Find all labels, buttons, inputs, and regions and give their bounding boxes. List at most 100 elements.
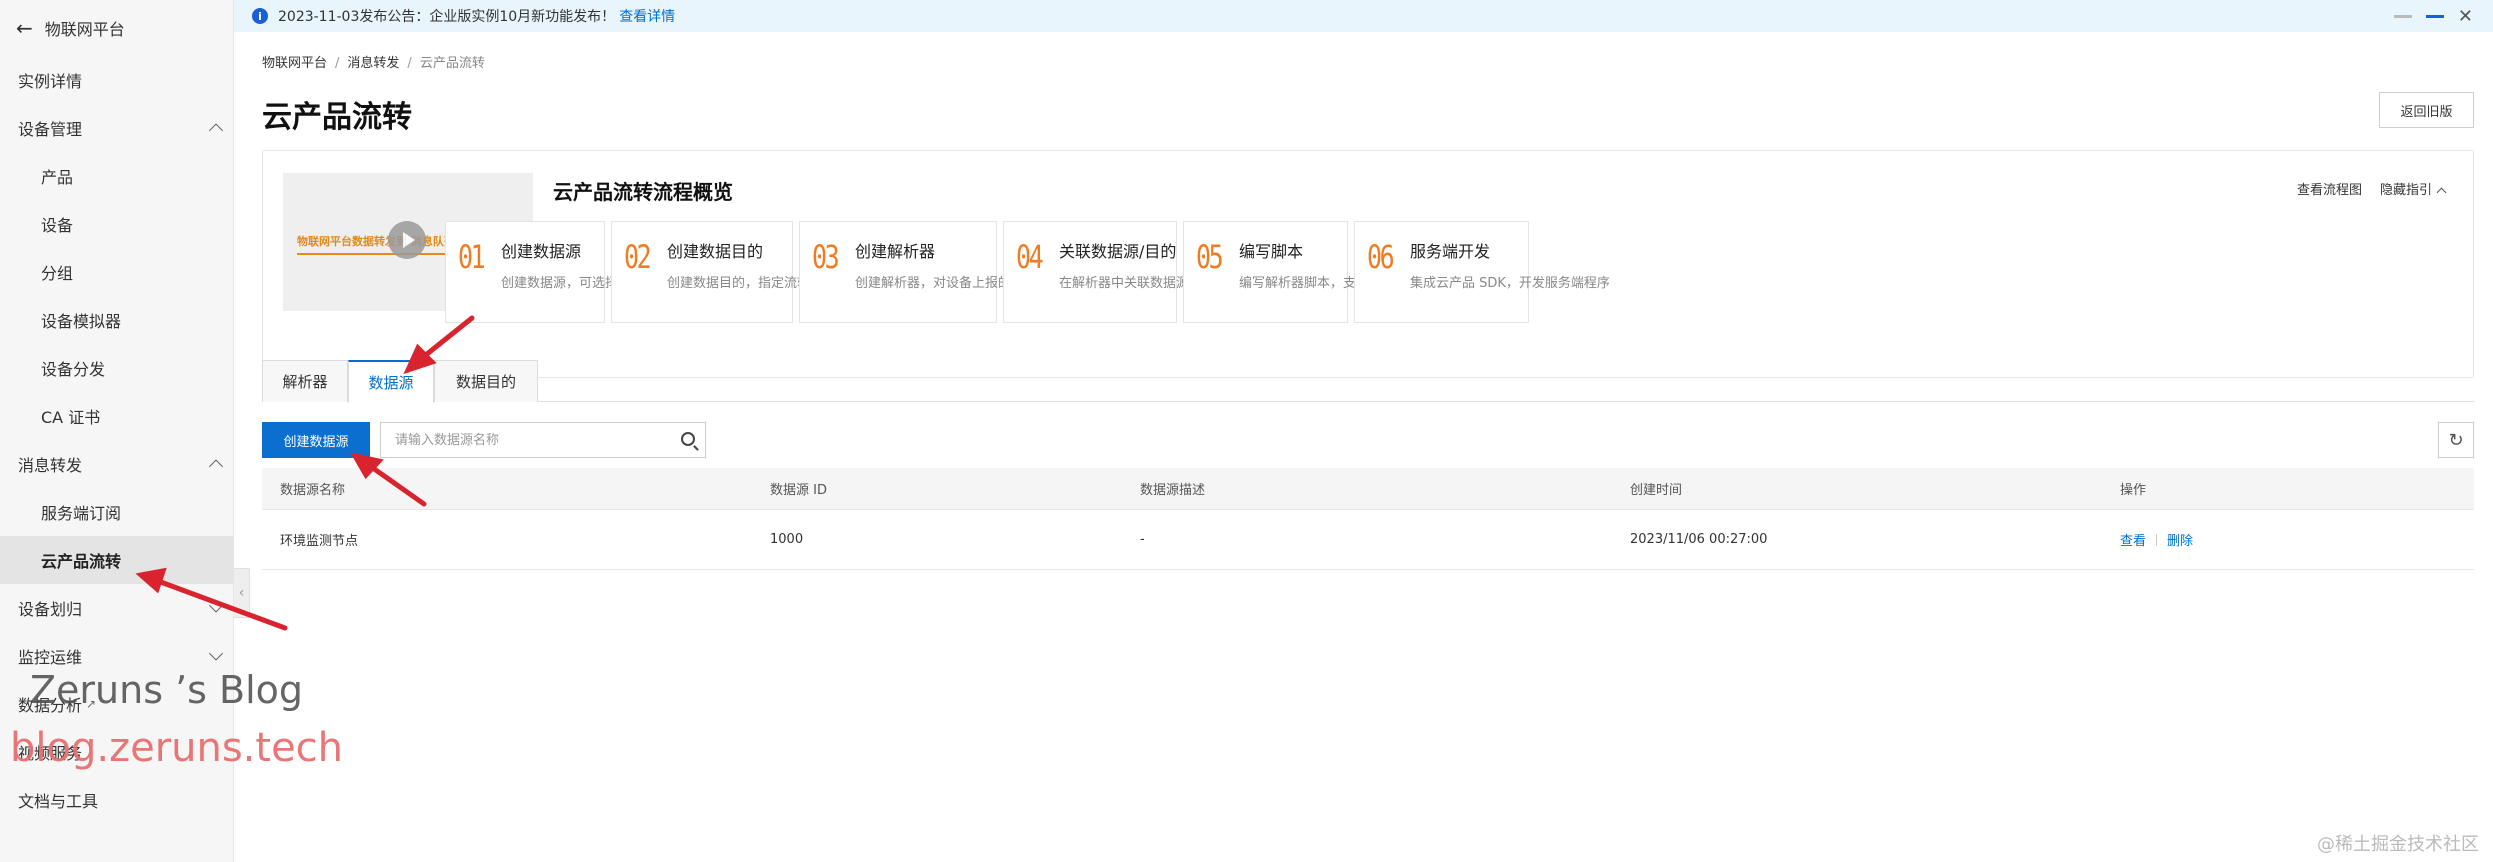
notice-prev-indicator[interactable] (2393, 14, 2412, 18)
search-box (380, 422, 706, 458)
step-number: 06 (1367, 238, 1395, 276)
create-datasource-button[interactable]: 创建数据源 (262, 422, 370, 458)
sidebar-item-label: 监控运维 (18, 648, 83, 667)
step-number: 05 (1196, 238, 1224, 276)
cell-description: - (1140, 532, 1145, 547)
step-description: 集成云产品 SDK，开发服务端程序 (1410, 276, 1610, 291)
action-divider (2156, 533, 2158, 546)
notice-current-indicator[interactable] (2425, 14, 2444, 18)
search-icon[interactable] (681, 432, 695, 446)
blog-watermark-title: Zeruns ’s Blog (30, 668, 304, 712)
close-icon[interactable]: ✕ (2458, 6, 2473, 27)
sidebar-item-label: 设备模拟器 (41, 312, 122, 331)
sidebar-item-label: 设备分发 (41, 360, 106, 379)
step-title: 编写脚本 (1239, 242, 1304, 261)
column-header-name: 数据源名称 (280, 483, 346, 498)
sidebar-item-6[interactable]: 设备分发 (0, 344, 233, 392)
overview-links: 查看流程图 隐藏指引 (2297, 179, 2447, 198)
flow-step-2: 02 创建数据目的 创建数据目的，指定流转到的云产品 (611, 221, 875, 323)
sidebar-item-5[interactable]: 设备模拟器 (0, 296, 233, 344)
back-to-old-version-button[interactable]: 返回旧版 (2379, 92, 2474, 128)
sidebar-item-3[interactable]: 设备 (0, 200, 233, 248)
step-number: 02 (624, 238, 652, 276)
cell-name: 环境监测节点 (280, 534, 359, 549)
breadcrumb-separator: / (407, 56, 412, 71)
flow-step-3: 03 创建解析器 创建解析器，对设备上报的数据进行解析 (799, 221, 1089, 323)
table-row: 环境监测节点 1000 - 2023/11/06 00:27:00 查看 删除 (262, 510, 2474, 570)
step-number: 03 (812, 238, 840, 276)
sidebar-item-4[interactable]: 分组 (0, 248, 233, 296)
cell-created: 2023/11/06 00:27:00 (1630, 532, 1768, 547)
search-input[interactable] (381, 423, 661, 457)
step-number: 04 (1016, 238, 1044, 276)
chevron-up-icon (2436, 187, 2447, 198)
step-title: 创建数据源 (501, 242, 582, 261)
flow-step-6: 06 服务端开发集成云产品 SDK，开发服务端程序 (1354, 221, 1610, 323)
sidebar-item-label: 分组 (41, 264, 74, 283)
breadcrumb-item-current: 云产品流转 (419, 56, 485, 71)
hide-guide-link[interactable]: 隐藏指引 (2380, 179, 2447, 198)
flow-step-4: 04 关联数据源/目的 在解析器中关联数据源和数据目的 (1003, 221, 1254, 323)
notice-bar: i 2023-11-03发布公告：企业版实例10月新功能发布！ 查看详情 ✕ (234, 0, 2493, 32)
corner-watermark: @稀土掘金技术社区 (2317, 834, 2479, 855)
column-header-actions: 操作 (2120, 483, 2147, 498)
sidebar-item-15[interactable]: 文档与工具 (0, 776, 233, 824)
step-title: 服务端开发 (1410, 242, 1491, 261)
tab-datasource[interactable]: 数据源 (348, 360, 434, 403)
chevron-down-icon[interactable] (208, 598, 224, 613)
sidebar-header[interactable]: ← 物联网平台 (0, 0, 233, 56)
step-number: 01 (458, 238, 486, 276)
sidebar-item-9[interactable]: 服务端订阅 (0, 488, 233, 536)
overview-card: 物联网平台数据转发到 消息队列RocketMQ 云产品流转流程概览 查看流程图 … (262, 150, 2474, 378)
chevron-up-icon[interactable] (208, 123, 224, 138)
step-title: 关联数据源/目的 (1059, 242, 1177, 261)
column-header-description: 数据源描述 (1140, 483, 1206, 498)
step-title: 创建解析器 (855, 242, 936, 261)
tab-bar: 解析器 数据源 数据目的 (262, 360, 2474, 403)
breadcrumb-item-iot[interactable]: 物联网平台 (262, 56, 327, 71)
sidebar-item-label: 消息转发 (18, 456, 83, 475)
sidebar-item-label: 产品 (41, 168, 74, 187)
sidebar-item-label: CA 证书 (41, 408, 101, 427)
breadcrumb-item-forward[interactable]: 消息转发 (347, 56, 399, 71)
notice-controls: ✕ (2393, 0, 2473, 32)
sidebar-item-label: 设备划归 (18, 600, 83, 619)
sidebar-item-10[interactable]: 云产品流转 (0, 536, 233, 584)
flow-step-5: 05 编写脚本 编写解析器脚本，支持内置函数 (1183, 221, 1421, 323)
sidebar-item-8[interactable]: 消息转发 (0, 440, 233, 488)
datasource-table: 数据源名称 数据源 ID 数据源描述 创建时间 操作 环境监测节点 1000 -… (262, 468, 2474, 570)
sidebar-item-0[interactable]: 实例详情 (0, 56, 233, 104)
breadcrumb: 物联网平台 / 消息转发 / 云产品流转 (262, 52, 485, 71)
sidebar-item-7[interactable]: CA 证书 (0, 392, 233, 440)
table-header: 数据源名称 数据源 ID 数据源描述 创建时间 操作 (262, 468, 2474, 510)
step-title: 创建数据目的 (667, 242, 764, 261)
sidebar-item-label: 设备管理 (18, 120, 83, 139)
breadcrumb-separator: / (335, 56, 340, 71)
view-action-link[interactable]: 查看 (2120, 530, 2146, 549)
sidebar-item-1[interactable]: 设备管理 (0, 104, 233, 152)
tab-parser[interactable]: 解析器 (262, 360, 348, 402)
page-title: 云产品流转 (262, 100, 412, 135)
sidebar-item-2[interactable]: 产品 (0, 152, 233, 200)
sidebar-item-label: 云产品流转 (41, 552, 122, 571)
tab-destination[interactable]: 数据目的 (434, 360, 538, 402)
sidebar-header-title: 物联网平台 (44, 20, 125, 39)
sidebar-item-label: 文档与工具 (18, 792, 99, 811)
notice-text: 2023-11-03发布公告：企业版实例10月新功能发布！ (278, 9, 616, 25)
cell-actions: 查看 删除 (2102, 510, 2474, 569)
refresh-icon[interactable]: ↻ (2438, 422, 2474, 458)
delete-action-link[interactable]: 删除 (2167, 530, 2193, 549)
main-content: 物联网平台 / 消息转发 / 云产品流转 云产品流转 返回旧版 物联网平台数据转发到 消… (234, 32, 2493, 862)
sidebar-item-label: 实例详情 (18, 72, 83, 91)
view-flowchart-link[interactable]: 查看流程图 (2297, 179, 2362, 198)
notice-details-link[interactable]: 查看详情 (619, 6, 675, 26)
sidebar-item-label: 服务端订阅 (41, 504, 122, 523)
flow-step-1: 01 创建数据源 创建数据源，可选择多个Topic (445, 221, 677, 323)
cell-id: 1000 (770, 532, 804, 547)
play-icon[interactable] (388, 221, 426, 259)
column-header-id: 数据源 ID (770, 483, 827, 498)
sidebar-item-11[interactable]: 设备划归 (0, 584, 233, 632)
arrow-left-icon[interactable]: ← (16, 16, 33, 40)
chevron-up-icon[interactable] (208, 459, 224, 474)
chevron-down-icon[interactable] (208, 646, 224, 661)
